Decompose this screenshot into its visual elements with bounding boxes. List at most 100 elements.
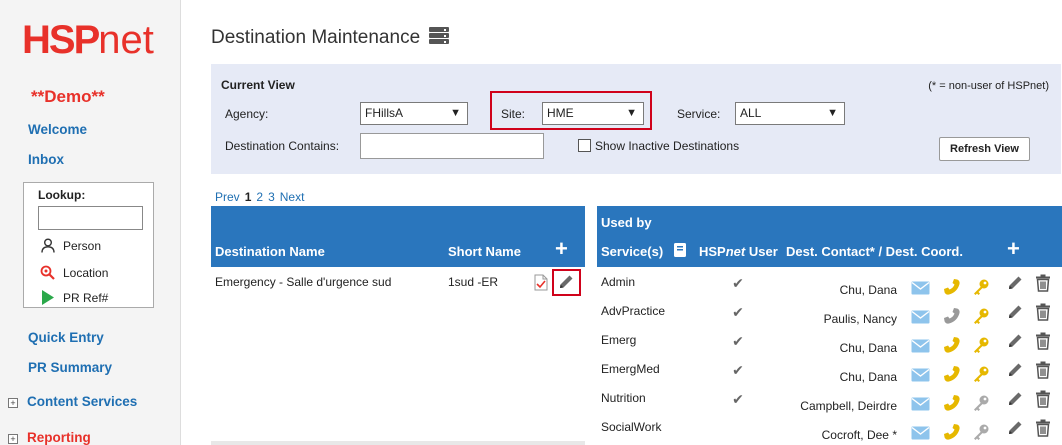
phone-icon[interactable]	[943, 365, 961, 383]
mail-icon[interactable]	[910, 308, 930, 326]
col-short-name[interactable]: Short Name	[448, 244, 521, 259]
nav-content-services[interactable]: Content Services	[27, 394, 137, 409]
delete-trash-icon[interactable]	[1034, 361, 1052, 379]
destination-name-cell: Emergency - Salle d'urgence sud	[215, 275, 392, 289]
show-inactive-checkbox[interactable]	[578, 139, 591, 152]
nav-reporting[interactable]: Reporting	[27, 430, 91, 445]
pager-page-2[interactable]: 2	[256, 190, 263, 204]
service-name-cell: Admin	[601, 275, 636, 289]
check-icon: ✔	[732, 274, 744, 291]
col-destination-name[interactable]: Destination Name	[215, 244, 325, 259]
col-hspnet-user[interactable]: HSPnet User	[699, 244, 778, 259]
mail-icon[interactable]	[910, 366, 930, 384]
edit-service-pencil-icon[interactable]	[1006, 390, 1024, 408]
mail-icon[interactable]	[910, 279, 930, 297]
page-title: Destination Maintenance	[211, 27, 421, 48]
phone-icon[interactable]	[943, 394, 961, 412]
service-name-cell: Nutrition	[601, 391, 646, 405]
sidebar: HSPnet **Demo** Welcome Inbox Lookup: Pe…	[0, 0, 181, 445]
key-icon[interactable]	[972, 394, 990, 412]
contact-name-cell: Campbell, Deirdre	[800, 399, 897, 413]
current-view-panel: Current View (* = non-user of HSPnet) Ag…	[211, 64, 1061, 174]
site-highlight-box	[490, 91, 652, 130]
key-icon[interactable]	[972, 423, 990, 441]
delete-trash-icon[interactable]	[1034, 274, 1052, 292]
play-icon	[40, 290, 55, 305]
chevron-down-icon: ▼	[450, 107, 461, 119]
key-icon[interactable]	[972, 307, 990, 325]
demo-label: **Demo**	[31, 87, 105, 106]
edit-service-pencil-icon[interactable]	[1006, 419, 1024, 437]
destination-contains-input[interactable]	[360, 133, 544, 159]
destination-contains-label: Destination Contains:	[225, 139, 340, 153]
location-search-icon	[40, 265, 55, 280]
contact-name-cell: Paulis, Nancy	[823, 312, 897, 326]
destination-table-footer	[211, 441, 585, 445]
chevron-down-icon: ▼	[827, 107, 838, 119]
pager: Prev 1 2 3 Next	[215, 190, 304, 204]
lookup-location[interactable]: Location	[40, 265, 108, 280]
check-icon: ✔	[732, 303, 744, 320]
edit-service-pencil-icon[interactable]	[1006, 332, 1024, 350]
key-icon[interactable]	[972, 336, 990, 354]
delete-trash-icon[interactable]	[1034, 303, 1052, 321]
add-destination-button[interactable]: +	[555, 236, 568, 262]
service-select[interactable]: ALL ▼	[735, 102, 845, 125]
service-name-cell: Emerg	[601, 333, 637, 347]
non-user-note: (* = non-user of HSPnet)	[928, 80, 1049, 92]
refresh-view-button[interactable]: Refresh View	[939, 137, 1030, 161]
phone-icon[interactable]	[943, 423, 961, 441]
lookup-panel: Lookup: Person Location PR Ref#	[23, 182, 154, 308]
pager-prev[interactable]: Prev	[215, 190, 240, 204]
hspnet-logo[interactable]: HSPnet	[22, 20, 154, 60]
contact-name-cell: Cocroft, Dee *	[821, 428, 897, 442]
service-name-cell: AdvPractice	[601, 304, 666, 318]
edit-service-pencil-icon[interactable]	[1006, 303, 1024, 321]
col-services[interactable]: Service(s)	[601, 244, 663, 259]
lookup-label: Lookup:	[38, 188, 86, 202]
edit-destination-pencil-icon[interactable]	[557, 273, 575, 291]
delete-trash-icon[interactable]	[1034, 419, 1052, 437]
expand-content-services-icon[interactable]: +	[8, 398, 18, 408]
mail-icon[interactable]	[910, 395, 930, 413]
delete-trash-icon[interactable]	[1034, 332, 1052, 350]
agency-label: Agency:	[225, 107, 269, 121]
server-icon[interactable]	[429, 27, 449, 45]
services-book-icon[interactable]	[673, 242, 687, 261]
key-icon[interactable]	[972, 278, 990, 296]
short-name-cell: 1sud -ER	[448, 275, 499, 289]
phone-icon[interactable]	[943, 336, 961, 354]
contact-name-cell: Chu, Dana	[839, 370, 897, 384]
add-service-button[interactable]: +	[1007, 236, 1020, 262]
nav-inbox[interactable]: Inbox	[28, 152, 64, 167]
person-icon	[40, 238, 55, 253]
agency-select[interactable]: FHillsA ▼	[360, 102, 468, 125]
lookup-input[interactable]	[38, 206, 143, 230]
mail-icon[interactable]	[910, 337, 930, 355]
nav-quick-entry[interactable]: Quick Entry	[28, 330, 104, 345]
service-name-cell: EmergMed	[601, 362, 660, 376]
expand-reporting-icon[interactable]: +	[8, 434, 18, 444]
nav-welcome[interactable]: Welcome	[28, 122, 87, 137]
check-icon: ✔	[732, 361, 744, 378]
phone-icon[interactable]	[943, 307, 961, 325]
col-used-by: Used by	[601, 215, 652, 230]
document-check-icon[interactable]	[532, 273, 550, 291]
edit-service-pencil-icon[interactable]	[1006, 274, 1024, 292]
delete-trash-icon[interactable]	[1034, 390, 1052, 408]
current-view-title: Current View	[221, 78, 295, 92]
mail-icon[interactable]	[910, 424, 930, 442]
service-table-header: Used by Service(s) HSPnet User Dest. Con…	[597, 206, 1062, 267]
phone-icon[interactable]	[943, 278, 961, 296]
contact-name-cell: Chu, Dana	[839, 341, 897, 355]
destination-table-header: Destination Name Short Name +	[211, 206, 585, 267]
pager-next[interactable]: Next	[280, 190, 305, 204]
lookup-person[interactable]: Person	[40, 238, 101, 253]
lookup-pr-ref[interactable]: PR Ref#	[40, 290, 108, 305]
key-icon[interactable]	[972, 365, 990, 383]
col-dest-contact[interactable]: Dest. Contact* / Dest. Coord.	[786, 244, 963, 259]
check-icon: ✔	[732, 390, 744, 407]
edit-service-pencil-icon[interactable]	[1006, 361, 1024, 379]
nav-pr-summary[interactable]: PR Summary	[28, 360, 112, 375]
pager-page-3[interactable]: 3	[268, 190, 275, 204]
